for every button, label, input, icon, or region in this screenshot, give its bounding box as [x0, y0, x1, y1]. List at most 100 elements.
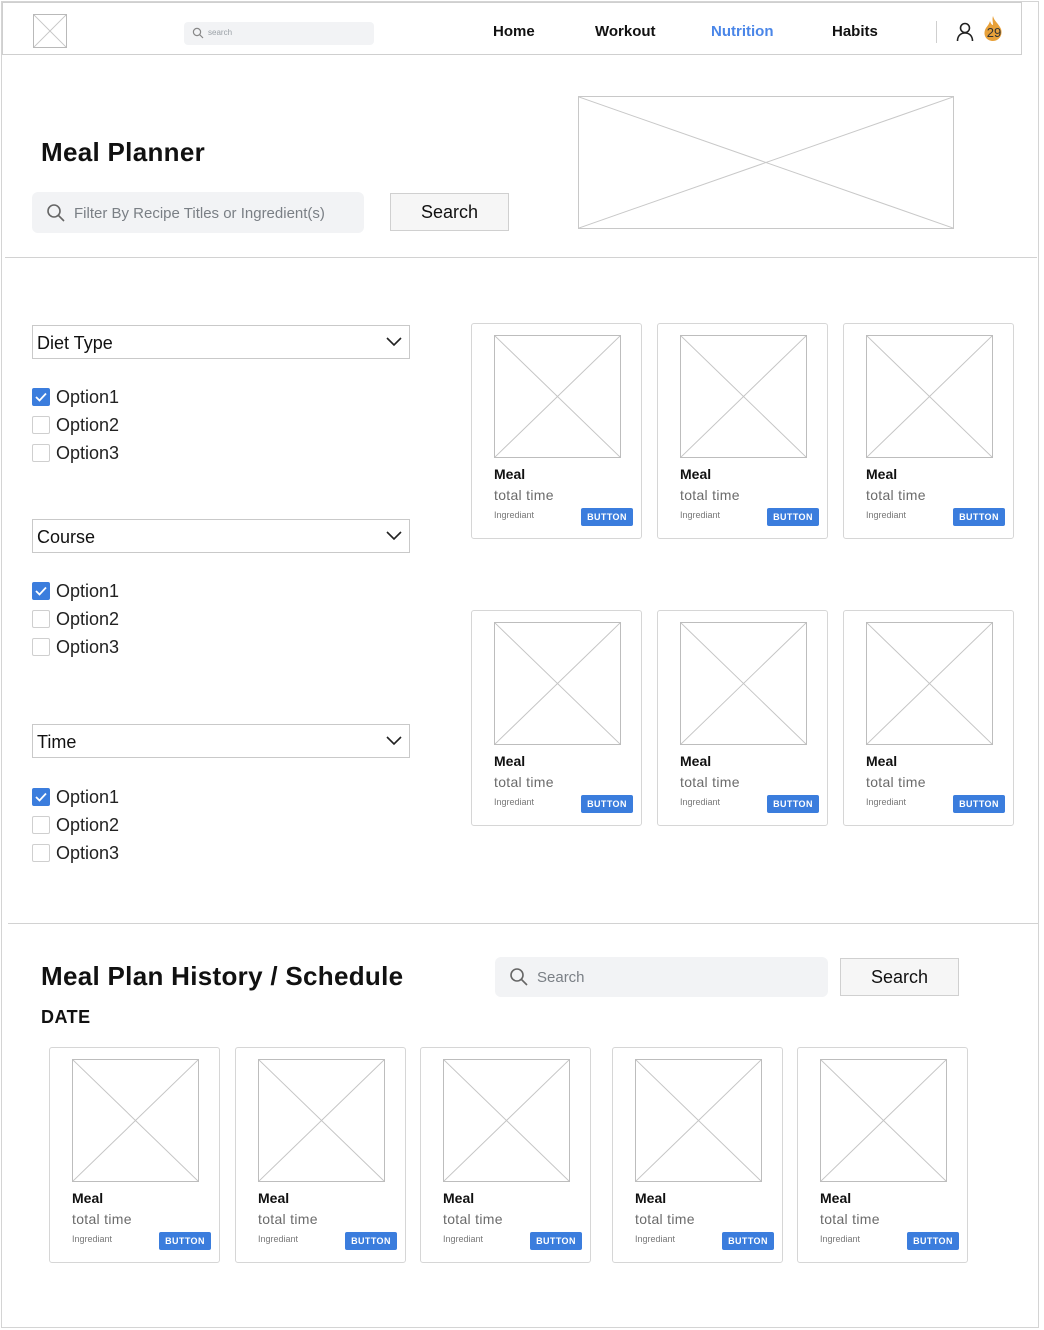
meal-card-button[interactable]: BUTTON	[159, 1232, 211, 1250]
filter-option-label: Option3	[56, 843, 120, 863]
recipe-filter-input[interactable]: Filter By Recipe Titles or Ingredient(s)	[32, 192, 364, 233]
filter-dropdown-label: Time	[37, 732, 77, 752]
checkbox[interactable]	[32, 638, 50, 656]
meal-ingredient: Ingrediant	[680, 797, 721, 807]
recipe-card[interactable]: Meal total time Ingrediant BUTTON	[843, 323, 1014, 539]
streak-count: 29	[986, 25, 1002, 40]
history-card[interactable]: Meal total time Ingrediant BUTTON	[612, 1047, 783, 1263]
history-title: Meal Plan History / Schedule	[41, 961, 404, 991]
nav-search-input[interactable]: search	[184, 22, 374, 45]
meal-card-button[interactable]: BUTTON	[767, 795, 819, 813]
meal-image-placeholder	[635, 1059, 762, 1182]
meal-total-time: total time	[680, 774, 740, 790]
user-icon[interactable]	[956, 22, 974, 42]
section-divider	[8, 923, 1038, 924]
checkbox[interactable]	[32, 610, 50, 628]
check-icon	[35, 392, 47, 402]
meal-total-time: total time	[820, 1211, 880, 1227]
check-icon	[35, 586, 47, 596]
meal-ingredient: Ingrediant	[494, 510, 535, 520]
meal-image-placeholder	[680, 622, 807, 745]
search-icon	[47, 204, 65, 222]
filter-option-label: Option2	[56, 415, 120, 435]
meal-card-button[interactable]: BUTTON	[953, 795, 1005, 813]
history-search-input[interactable]: Search	[495, 957, 828, 997]
meal-image-placeholder	[258, 1059, 385, 1182]
filter-option-label: Option1	[56, 787, 120, 807]
recipe-card[interactable]: Meal total time Ingrediant BUTTON	[471, 610, 642, 826]
filter-option-label: Option2	[56, 609, 120, 629]
nav-divider	[936, 21, 937, 43]
history-card[interactable]: Meal total time Ingrediant BUTTON	[235, 1047, 406, 1263]
history-search-button[interactable]: Search	[840, 958, 959, 996]
history-card[interactable]: Meal total time Ingrediant BUTTON	[49, 1047, 220, 1263]
chevron-down-icon	[386, 337, 402, 347]
meal-total-time: total time	[635, 1211, 695, 1227]
logo-placeholder-icon[interactable]	[33, 14, 67, 48]
meal-total-time: total time	[72, 1211, 132, 1227]
search-icon	[510, 968, 528, 986]
recipe-card[interactable]: Meal total time Ingrediant BUTTON	[471, 323, 642, 539]
meal-ingredient: Ingrediant	[866, 797, 907, 807]
filter-option-label: Option1	[56, 387, 120, 407]
checkbox[interactable]	[32, 816, 50, 834]
date-label: DATE	[41, 1007, 91, 1027]
meal-card-button[interactable]: BUTTON	[581, 508, 633, 526]
meal-image-placeholder	[72, 1059, 199, 1182]
meal-card-button[interactable]: BUTTON	[530, 1232, 582, 1250]
meal-card-button[interactable]: BUTTON	[767, 508, 819, 526]
page-title: Meal Planner	[41, 137, 205, 167]
meal-ingredient: Ingrediant	[443, 1234, 484, 1244]
meal-title: Meal	[680, 466, 712, 482]
checkbox[interactable]	[32, 844, 50, 862]
checkbox[interactable]	[32, 582, 50, 600]
meal-card-button[interactable]: BUTTON	[722, 1232, 774, 1250]
filter-option-label: Option1	[56, 581, 120, 601]
filter-dropdown[interactable]: Course	[32, 519, 410, 553]
checkbox[interactable]	[32, 444, 50, 462]
meal-total-time: total time	[258, 1211, 318, 1227]
meal-card-button[interactable]: BUTTON	[907, 1232, 959, 1250]
recipe-search-button[interactable]: Search	[390, 193, 509, 231]
meal-ingredient: Ingrediant	[820, 1234, 861, 1244]
checkbox[interactable]	[32, 788, 50, 806]
history-card[interactable]: Meal total time Ingrediant BUTTON	[797, 1047, 968, 1263]
history-search-placeholder: Search	[537, 969, 585, 986]
checkbox[interactable]	[32, 388, 50, 406]
top-nav: search Home Workout Nutrition Habits 29	[2, 2, 1022, 55]
checkbox[interactable]	[32, 416, 50, 434]
meal-card-button[interactable]: BUTTON	[581, 795, 633, 813]
meal-title: Meal	[72, 1190, 104, 1206]
meal-image-placeholder	[494, 622, 621, 745]
hero-image-placeholder	[578, 96, 954, 229]
filter-dropdown[interactable]: Time	[32, 724, 410, 758]
history-card[interactable]: Meal total time Ingrediant BUTTON	[420, 1047, 591, 1263]
meal-ingredient: Ingrediant	[635, 1234, 676, 1244]
nav-link-workout[interactable]: Workout	[595, 23, 656, 40]
filter-option-label: Option3	[56, 443, 120, 463]
recipe-card[interactable]: Meal total time Ingrediant BUTTON	[657, 323, 828, 539]
nav-link-habits[interactable]: Habits	[832, 23, 878, 40]
meal-image-placeholder	[866, 335, 993, 458]
nav-link-home[interactable]: Home	[493, 23, 535, 40]
recipe-card[interactable]: Meal total time Ingrediant BUTTON	[843, 610, 1014, 826]
meal-title: Meal	[866, 753, 898, 769]
meal-card-button[interactable]: BUTTON	[953, 508, 1005, 526]
filter-dropdown[interactable]: Diet Type	[32, 325, 410, 359]
meal-ingredient: Ingrediant	[680, 510, 721, 520]
search-icon	[192, 27, 204, 39]
meal-ingredient: Ingrediant	[258, 1234, 299, 1244]
meal-title: Meal	[258, 1190, 290, 1206]
chevron-down-icon	[386, 531, 402, 541]
meal-total-time: total time	[866, 774, 926, 790]
nav-link-nutrition[interactable]: Nutrition	[711, 23, 773, 40]
meal-image-placeholder	[680, 335, 807, 458]
meal-title: Meal	[635, 1190, 667, 1206]
meal-title: Meal	[866, 466, 898, 482]
meal-image-placeholder	[866, 622, 993, 745]
meal-title: Meal	[680, 753, 712, 769]
meal-card-button[interactable]: BUTTON	[345, 1232, 397, 1250]
recipe-card[interactable]: Meal total time Ingrediant BUTTON	[657, 610, 828, 826]
chevron-down-icon	[386, 736, 402, 746]
section-divider	[5, 257, 1037, 258]
